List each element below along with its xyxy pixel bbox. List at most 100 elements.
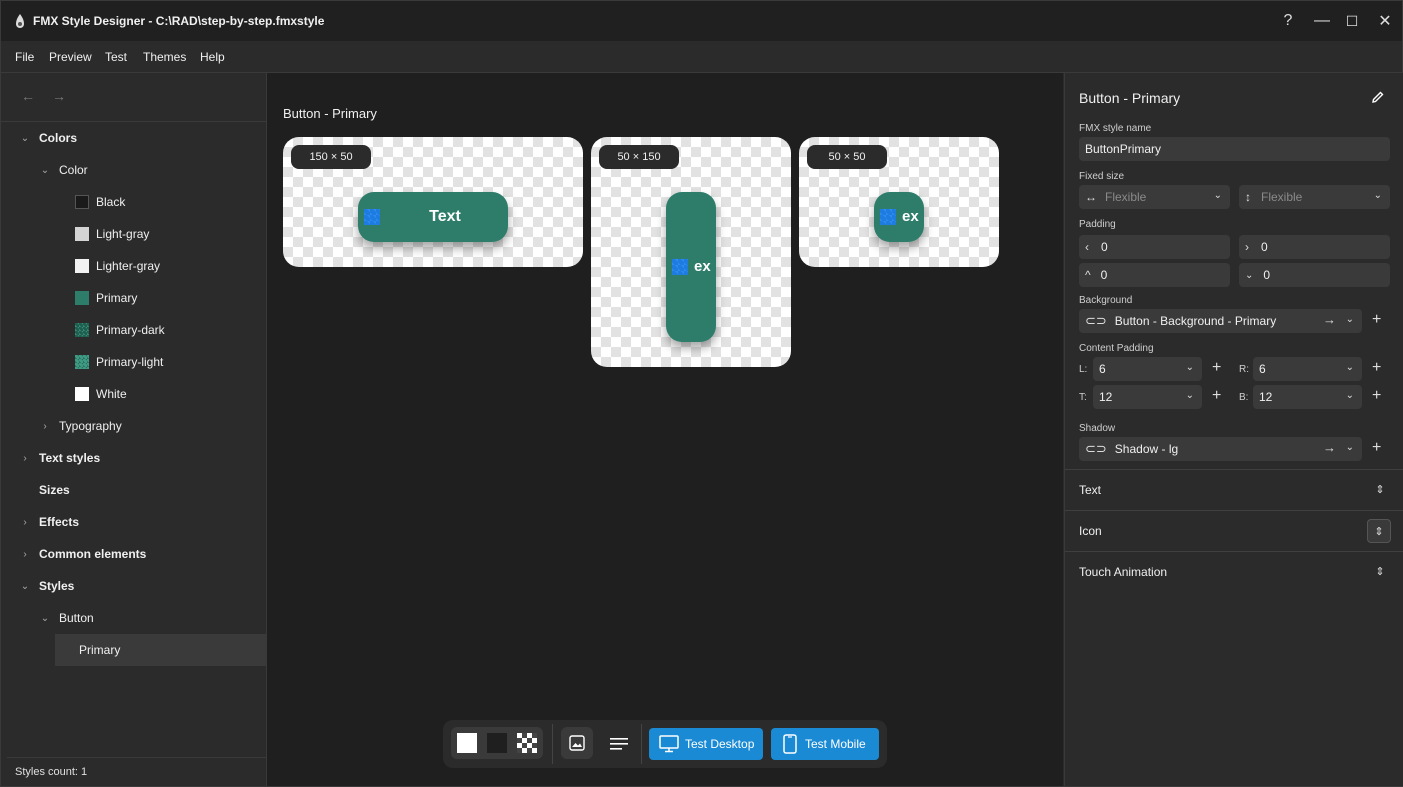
style-name-value: ButtonPrimary xyxy=(1085,142,1162,156)
status-bar: Styles count: 1 xyxy=(7,757,266,786)
tree-item-white[interactable]: White xyxy=(75,378,127,410)
tree-item-primary-style[interactable]: Primary xyxy=(55,634,266,666)
tree-item-styles[interactable]: ⌄ Styles xyxy=(19,570,75,602)
tree-label: Text styles xyxy=(39,451,101,465)
content-padding-bottom-select[interactable]: 12 ⌄ xyxy=(1253,385,1362,409)
style-name-field[interactable]: ButtonPrimary xyxy=(1079,137,1390,161)
properties-title: Button - Primary xyxy=(1079,90,1181,106)
link-icon: ⊂⊃ xyxy=(1085,441,1107,456)
menu-themes[interactable]: Themes xyxy=(143,50,186,64)
test-mobile-button[interactable]: Test Mobile xyxy=(771,728,879,760)
padding-left-value: 0 xyxy=(1101,240,1108,254)
size-badge: 50 × 50 xyxy=(807,145,887,169)
padding-bottom-field[interactable]: ⌄ 0 xyxy=(1239,263,1390,287)
tree-item-black[interactable]: Black xyxy=(75,186,125,218)
tree-item-primary-dark[interactable]: Primary-dark xyxy=(75,314,165,346)
go-to-arrow-icon[interactable]: → xyxy=(1323,440,1336,455)
fixed-height-select[interactable]: ↕ Flexible ⌄ xyxy=(1239,185,1390,209)
help-button[interactable]: ? xyxy=(1272,9,1304,33)
background-select[interactable]: ⊂⊃ Button - Background - Primary → ⌄ xyxy=(1079,309,1362,333)
padding-right-field[interactable]: › 0 xyxy=(1239,235,1390,259)
content-padding-left-label: L: xyxy=(1079,364,1088,375)
tree-item-light-gray[interactable]: Light-gray xyxy=(75,218,149,250)
padding-top-field[interactable]: ^ 0 xyxy=(1079,263,1230,287)
padding-left-field[interactable]: ‹ 0 xyxy=(1079,235,1230,259)
content-padding-top-select[interactable]: 12 ⌄ xyxy=(1093,385,1202,409)
add-content-padding-bottom-button[interactable]: + xyxy=(1372,387,1381,405)
tree-item-text-styles[interactable]: › Text styles xyxy=(19,442,100,474)
primary-button-preview[interactable]: ex xyxy=(874,192,924,242)
minimize-button[interactable]: — xyxy=(1306,9,1338,33)
shadow-select[interactable]: ⊂⊃ Shadow - lg → ⌄ xyxy=(1079,437,1362,461)
primary-button-preview[interactable]: Text xyxy=(358,192,508,242)
tree-item-sizes[interactable]: Sizes xyxy=(39,474,70,506)
tree-label: White xyxy=(96,387,127,401)
divider xyxy=(552,724,553,764)
content-padding-bottom-label: B: xyxy=(1239,392,1249,403)
preview-card-tall[interactable]: 50 × 150 ex xyxy=(591,137,791,367)
tree-item-common-elements[interactable]: › Common elements xyxy=(19,538,146,570)
tree-item-typography[interactable]: › Typography xyxy=(39,410,121,442)
content-padding-left-value: 6 xyxy=(1099,362,1106,376)
add-content-padding-left-button[interactable]: + xyxy=(1212,359,1221,377)
section-text[interactable]: Text ⇕ xyxy=(1065,469,1403,510)
section-title: Icon xyxy=(1079,524,1102,538)
forward-arrow-icon[interactable]: → xyxy=(52,88,66,104)
go-to-arrow-icon[interactable]: → xyxy=(1323,312,1336,327)
back-arrow-icon[interactable]: ← xyxy=(21,88,35,104)
tree-item-primary-light[interactable]: Primary-light xyxy=(75,346,163,378)
tree-label: Lighter-gray xyxy=(96,259,161,273)
dark-background-toggle[interactable] xyxy=(487,733,507,753)
section-touch-animation[interactable]: Touch Animation ⇕ xyxy=(1065,551,1403,592)
primary-button-preview[interactable]: ex xyxy=(666,192,716,342)
tree-item-effects[interactable]: › Effects xyxy=(19,506,79,538)
tree-item-button[interactable]: ⌄ Button xyxy=(39,602,94,634)
content-padding-bottom-value: 12 xyxy=(1259,390,1273,404)
checker-background-toggle[interactable] xyxy=(517,733,537,753)
section-icon[interactable]: Icon ⇕ xyxy=(1065,510,1403,551)
chevron-down-icon[interactable]: ⌄ xyxy=(1346,314,1354,325)
preview-card-square[interactable]: 50 × 50 ex xyxy=(799,137,999,267)
maximize-button[interactable]: ☐ xyxy=(1336,9,1368,33)
content-padding-right-select[interactable]: 6 ⌄ xyxy=(1253,357,1362,381)
white-background-toggle[interactable] xyxy=(457,733,477,753)
text-toggle[interactable] xyxy=(603,728,635,760)
expand-collapse-icon[interactable]: ⇕ xyxy=(1367,519,1391,543)
edit-pencil-icon[interactable] xyxy=(1371,90,1385,104)
fixed-width-select[interactable]: ↔ Flexible ⌄ xyxy=(1079,185,1230,209)
expand-collapse-icon[interactable]: ⇕ xyxy=(1369,478,1391,500)
color-swatch xyxy=(75,291,89,305)
sidebar: ← → ⌄ Colors ⌄ Color Black Light-gray Li… xyxy=(1,73,267,786)
menu-preview[interactable]: Preview xyxy=(49,50,92,64)
menu-help[interactable]: Help xyxy=(200,50,225,64)
fixed-size-label: Fixed size xyxy=(1079,171,1125,182)
tree-label: Sizes xyxy=(39,483,70,497)
content-padding-left-select[interactable]: 6 ⌄ xyxy=(1093,357,1202,381)
close-button[interactable]: ✕ xyxy=(1369,9,1401,33)
add-content-padding-top-button[interactable]: + xyxy=(1212,387,1221,405)
size-badge: 150 × 50 xyxy=(291,145,371,169)
menu-test[interactable]: Test xyxy=(105,50,127,64)
shadow-value: Shadow - lg xyxy=(1114,442,1179,456)
tree-item-colors[interactable]: ⌄ Colors xyxy=(19,122,77,154)
add-shadow-button[interactable]: + xyxy=(1372,439,1381,457)
tree-label: Colors xyxy=(39,131,78,145)
chevron-down-icon: ⌄ xyxy=(1185,390,1194,401)
chevron-down-icon[interactable]: ⌄ xyxy=(1346,442,1354,453)
horizontal-resize-icon: ↔ xyxy=(1085,190,1097,204)
tree-item-color[interactable]: ⌄ Color xyxy=(39,154,88,186)
vertical-resize-icon: ↕ xyxy=(1245,190,1251,204)
tree-item-lighter-gray[interactable]: Lighter-gray xyxy=(75,250,160,282)
preview-card-wide[interactable]: 150 × 50 Text xyxy=(283,137,583,267)
add-content-padding-right-button[interactable]: + xyxy=(1372,359,1381,377)
test-desktop-button[interactable]: Test Desktop xyxy=(649,728,763,760)
chevron-down-icon: ⌄ xyxy=(1213,190,1222,201)
expand-collapse-icon[interactable]: ⇕ xyxy=(1369,560,1391,582)
image-toggle[interactable] xyxy=(561,727,593,759)
add-background-button[interactable]: + xyxy=(1372,311,1381,329)
tree-label: Primary xyxy=(96,291,138,305)
tree-item-primary-color[interactable]: Primary xyxy=(75,282,137,314)
menu-file[interactable]: File xyxy=(15,50,34,64)
tree-label: Effects xyxy=(39,515,80,529)
padding-top-value: 0 xyxy=(1100,268,1108,282)
